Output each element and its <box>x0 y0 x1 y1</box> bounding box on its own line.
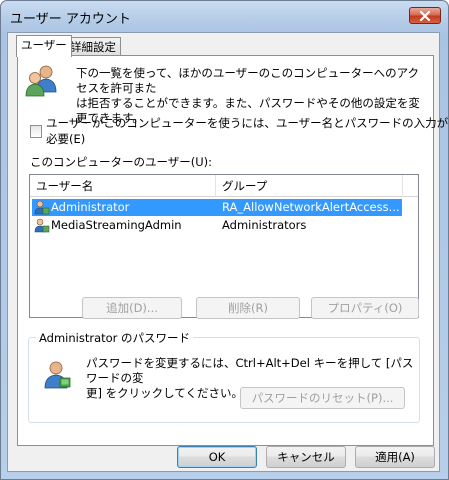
column-header-username[interactable]: ユーザー名 <box>30 175 216 197</box>
cancel-label: キャンセル <box>277 450 335 464</box>
user-group-cell: RA_AllowNetworkAlertAccess... <box>222 200 400 214</box>
table-row[interactable]: Administrator RA_AllowNetworkAlertAccess… <box>32 199 402 216</box>
column-header-group-label: グループ <box>222 179 268 193</box>
remove-user-button[interactable]: 削除(R) <box>196 297 300 319</box>
user-password-icon <box>42 360 72 393</box>
password-groupbox-title: Administrator のパスワード <box>36 330 194 346</box>
close-icon <box>419 10 431 21</box>
require-login-checkbox[interactable] <box>30 124 43 138</box>
user-properties-button[interactable]: プロパティ(O) <box>311 297 419 319</box>
tab-advanced[interactable]: 詳細設定 <box>65 37 121 57</box>
password-instructions-line-1: パスワードを変更するには、Ctrl+Alt+Del キーを押して [パスワードの… <box>86 356 414 385</box>
require-login-label: ユーザーがこのコンピューターを使うには、ユーザー名とパスワードの入力が必要(E) <box>46 116 449 146</box>
cancel-button[interactable]: キャンセル <box>266 446 346 468</box>
ok-button[interactable]: OK <box>177 446 257 468</box>
add-user-label: 追加(D)... <box>106 301 158 315</box>
user-name-cell: Administrator <box>51 200 130 214</box>
column-header-group[interactable]: グループ <box>216 175 403 197</box>
intro-line-1: 下の一覧を使って、ほかのユーザーのこのコンピューターへのアクセスを許可また <box>76 66 420 95</box>
apply-label: 適用(A) <box>375 450 415 464</box>
users-list-label: このコンピューターのユーザー(U): <box>30 155 213 169</box>
tab-advanced-label: 詳細設定 <box>70 40 116 54</box>
close-button[interactable] <box>409 7 441 24</box>
listview-header: ユーザー名 グループ <box>30 175 418 197</box>
apply-button[interactable]: 適用(A) <box>355 446 435 468</box>
tab-users[interactable]: ユーザー <box>16 35 72 57</box>
require-login-row[interactable]: ユーザーがこのコンピューターを使うには、ユーザー名とパスワードの入力が必要(E) <box>30 115 449 147</box>
user-properties-label: プロパティ(O) <box>327 301 403 315</box>
reset-password-label: パスワードのリセット(P)... <box>251 391 394 405</box>
tab-users-label: ユーザー <box>21 38 67 52</box>
ok-label: OK <box>208 450 226 464</box>
user-group-cell: Administrators <box>222 218 307 232</box>
reset-password-button[interactable]: パスワードのリセット(P)... <box>240 387 405 409</box>
users-group-icon <box>24 64 60 101</box>
window-title: ユーザー アカウント <box>10 12 131 27</box>
title-bar[interactable]: ユーザー アカウント <box>1 1 448 31</box>
remove-user-label: 削除(R) <box>228 301 268 315</box>
table-row[interactable]: MediaStreamingAdmin Administrators <box>32 217 402 234</box>
column-header-username-label: ユーザー名 <box>36 179 94 193</box>
add-user-button[interactable]: 追加(D)... <box>82 297 182 319</box>
user-icon <box>34 218 50 238</box>
user-name-cell: MediaStreamingAdmin <box>51 218 182 232</box>
